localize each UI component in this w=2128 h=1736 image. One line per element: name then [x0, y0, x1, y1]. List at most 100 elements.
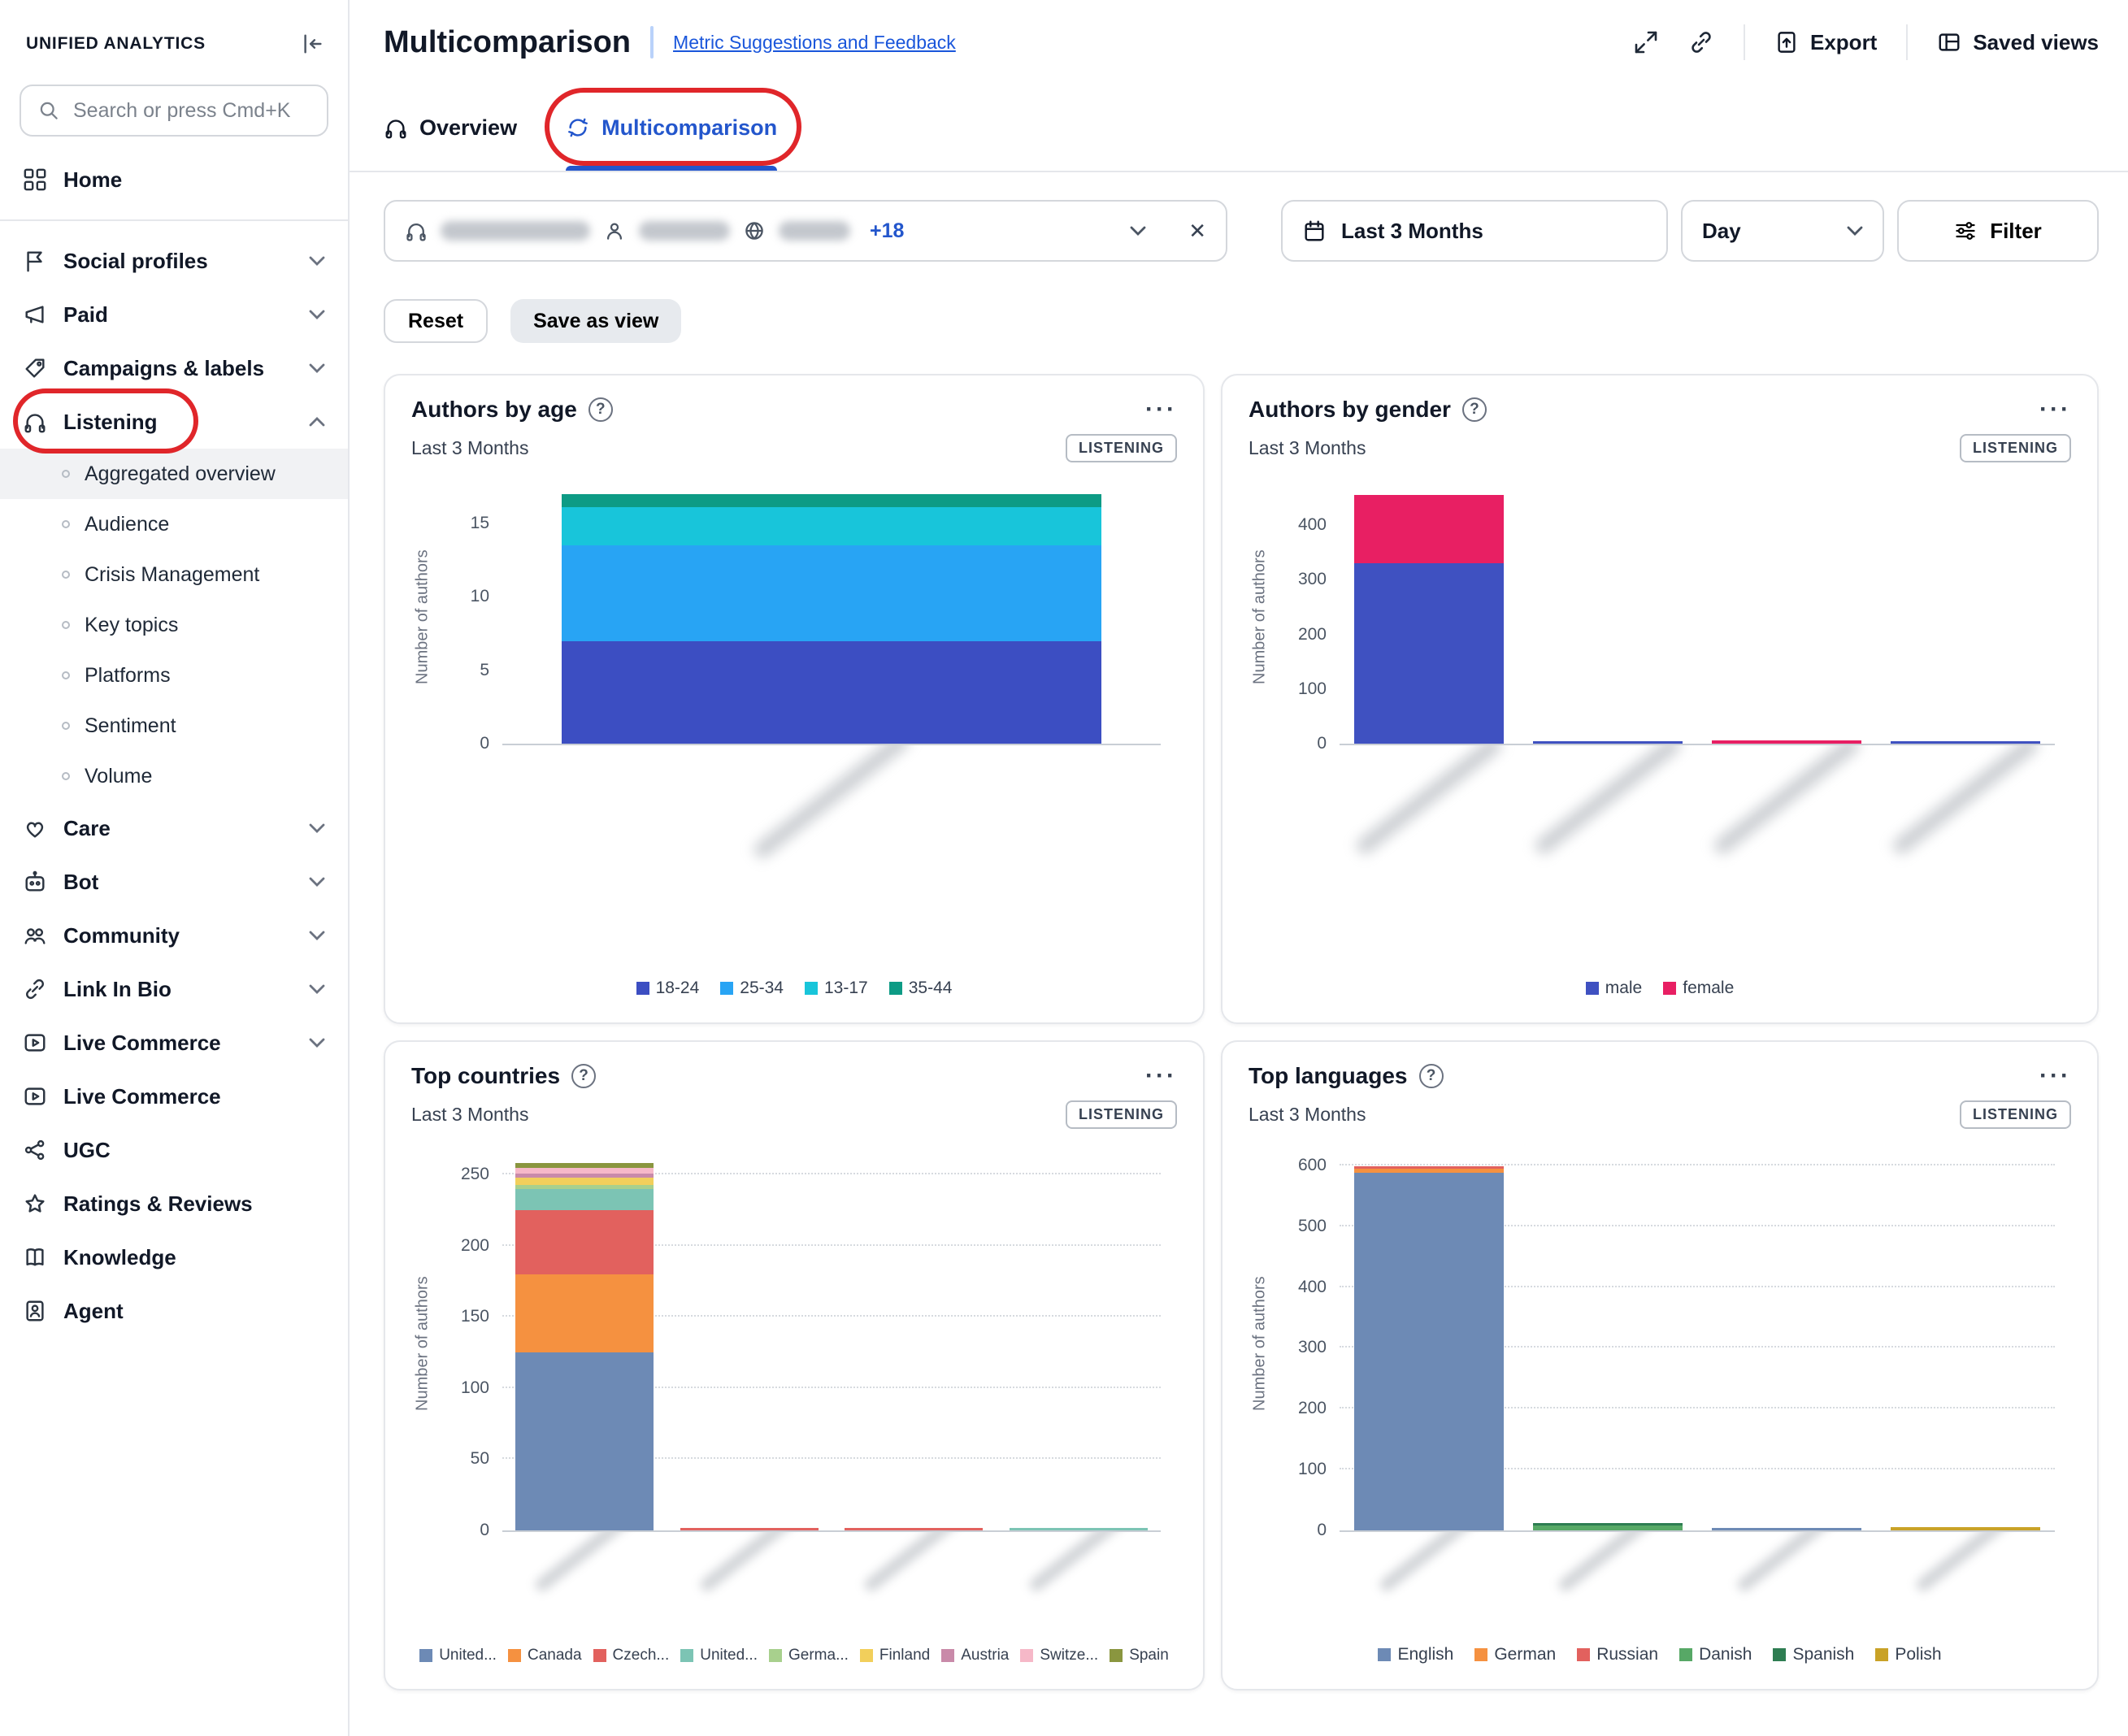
stacked-bar[interactable] — [1533, 1523, 1683, 1530]
bar-segment-male[interactable] — [1891, 741, 2041, 744]
legend-item[interactable]: Danish — [1679, 1645, 1752, 1664]
sidebar-item-care[interactable]: Care — [0, 801, 348, 855]
bar-segment-female[interactable] — [1712, 740, 1862, 744]
sidebar-item-ratings-reviews[interactable]: Ratings & Reviews — [0, 1177, 348, 1230]
filter-button[interactable]: Filter — [1897, 200, 2099, 262]
legend-item[interactable]: Canada — [508, 1647, 582, 1664]
sidebar-item-audience[interactable]: Audience — [0, 499, 348, 549]
sidebar-item-sentiment[interactable]: Sentiment — [0, 701, 348, 751]
legend-item[interactable]: Spanish — [1773, 1645, 1854, 1664]
clear-filter-icon[interactable]: ✕ — [1188, 219, 1206, 244]
stacked-bar[interactable] — [1891, 1527, 2041, 1530]
tab-multicomparison[interactable]: Multicomparison — [566, 85, 777, 171]
stacked-bar[interactable] — [680, 1528, 819, 1531]
sidebar-item-social-profiles[interactable]: Social profiles — [0, 234, 348, 288]
help-icon[interactable]: ? — [1419, 1064, 1444, 1088]
stacked-bar[interactable] — [515, 1163, 654, 1530]
legend-item[interactable]: Czech... — [593, 1647, 670, 1664]
bar-segment-18-24[interactable] — [562, 641, 1101, 744]
legend-item[interactable]: Finland — [860, 1647, 930, 1664]
bar-segment-female[interactable] — [1354, 495, 1505, 563]
bar-segment-25-34[interactable] — [562, 545, 1101, 640]
legend-item[interactable]: Spain — [1110, 1647, 1169, 1664]
sidebar-item-volume[interactable]: Volume — [0, 751, 348, 801]
bar-segment-english[interactable] — [1712, 1528, 1862, 1530]
bar-segment-united-[interactable] — [1010, 1528, 1148, 1531]
card-menu-icon[interactable]: ··· — [2039, 1064, 2071, 1088]
sidebar-item-home[interactable]: Home — [0, 153, 348, 206]
sidebar-item-knowledge[interactable]: Knowledge — [0, 1230, 348, 1284]
stacked-bar[interactable] — [1891, 741, 2041, 744]
audience-filter-chip[interactable]: +18 ✕ — [384, 200, 1227, 262]
saved-views-button[interactable]: Saved views — [1937, 30, 2099, 55]
legend-item[interactable]: Austria — [941, 1647, 1009, 1664]
stacked-bar[interactable] — [1354, 1166, 1505, 1530]
stacked-bar[interactable] — [1712, 740, 1862, 744]
bar-segment-united-[interactable] — [515, 1189, 654, 1210]
bar-segment-male[interactable] — [1354, 563, 1505, 744]
help-icon[interactable]: ? — [588, 397, 613, 422]
legend-item[interactable]: 18-24 — [636, 979, 700, 998]
stacked-bar[interactable] — [562, 494, 1101, 744]
sidebar-item-ugc[interactable]: UGC — [0, 1123, 348, 1177]
bar-segment-polish[interactable] — [1891, 1527, 2041, 1530]
card-menu-icon[interactable]: ··· — [1145, 1064, 1177, 1088]
bar-segment-35-44[interactable] — [562, 494, 1101, 507]
sidebar-item-crisis-management[interactable]: Crisis Management — [0, 549, 348, 600]
legend-item[interactable]: 25-34 — [720, 979, 784, 998]
stacked-bar[interactable] — [1533, 741, 1683, 744]
sidebar-item-live-commerce[interactable]: Live Commerce — [0, 1070, 348, 1123]
sidebar-item-listening[interactable]: Listening — [0, 395, 348, 449]
card-menu-icon[interactable]: ··· — [1145, 397, 1177, 422]
save-as-view-button[interactable]: Save as view — [510, 299, 681, 343]
filter-more-count[interactable]: +18 — [870, 219, 904, 243]
search-input[interactable]: Search or press Cmd+K — [20, 85, 328, 137]
legend-item[interactable]: Switze... — [1020, 1647, 1098, 1664]
tab-overview[interactable]: Overview — [384, 85, 517, 171]
legend-item[interactable]: female — [1663, 979, 1734, 998]
legend-item[interactable]: 13-17 — [805, 979, 868, 998]
metric-suggestions-link[interactable]: Metric Suggestions and Feedback — [673, 32, 956, 54]
help-icon[interactable]: ? — [1462, 397, 1487, 422]
sidebar-item-platforms[interactable]: Platforms — [0, 650, 348, 701]
bar-segment-canada[interactable] — [515, 1274, 654, 1352]
legend-item[interactable]: Polish — [1875, 1645, 1941, 1664]
legend-item[interactable]: United... — [680, 1647, 758, 1664]
stacked-bar[interactable] — [845, 1528, 983, 1531]
sidebar-item-community[interactable]: Community — [0, 909, 348, 962]
sidebar-item-campaigns-labels[interactable]: Campaigns & labels — [0, 341, 348, 395]
granularity-select[interactable]: Day — [1681, 200, 1884, 262]
collapse-sidebar-icon[interactable] — [301, 32, 325, 56]
sidebar-item-agent[interactable]: Agent — [0, 1284, 348, 1338]
bar-segment-united-[interactable] — [515, 1352, 654, 1530]
bar-segment-czech-[interactable] — [680, 1528, 819, 1531]
sidebar-item-live-commerce[interactable]: Live Commerce — [0, 1016, 348, 1070]
sidebar-item-bot[interactable]: Bot — [0, 855, 348, 909]
stacked-bar[interactable] — [1712, 1528, 1862, 1530]
bar-segment-finland[interactable] — [515, 1178, 654, 1185]
bar-segment-czech-[interactable] — [845, 1528, 983, 1531]
reset-button[interactable]: Reset — [384, 299, 488, 343]
card-menu-icon[interactable]: ··· — [2039, 397, 2071, 422]
sidebar-item-aggregated-overview[interactable]: Aggregated overview — [0, 449, 348, 499]
bar-segment-czech-[interactable] — [515, 1210, 654, 1274]
bar-segment-13-17[interactable] — [562, 507, 1101, 545]
help-icon[interactable]: ? — [571, 1064, 596, 1088]
export-button[interactable]: Export — [1774, 30, 1877, 55]
legend-item[interactable]: German — [1474, 1645, 1556, 1664]
sidebar-item-key-topics[interactable]: Key topics — [0, 600, 348, 650]
legend-item[interactable]: Germa... — [769, 1647, 849, 1664]
legend-item[interactable]: Russian — [1577, 1645, 1658, 1664]
legend-item[interactable]: 35-44 — [889, 979, 953, 998]
chevron-down-icon[interactable] — [1130, 226, 1146, 236]
legend-item[interactable]: United... — [419, 1647, 497, 1664]
bar-segment-switze-[interactable] — [515, 1168, 654, 1174]
legend-item[interactable]: English — [1378, 1645, 1453, 1664]
stacked-bar[interactable] — [1010, 1528, 1148, 1531]
bar-segment-danish[interactable] — [1533, 1526, 1683, 1530]
bar-segment-male[interactable] — [1533, 741, 1683, 744]
sidebar-item-link-in-bio[interactable]: Link In Bio — [0, 962, 348, 1016]
stacked-bar[interactable] — [1354, 495, 1505, 744]
date-range-picker[interactable]: Last 3 Months — [1281, 200, 1668, 262]
copy-link-icon[interactable] — [1688, 29, 1714, 55]
